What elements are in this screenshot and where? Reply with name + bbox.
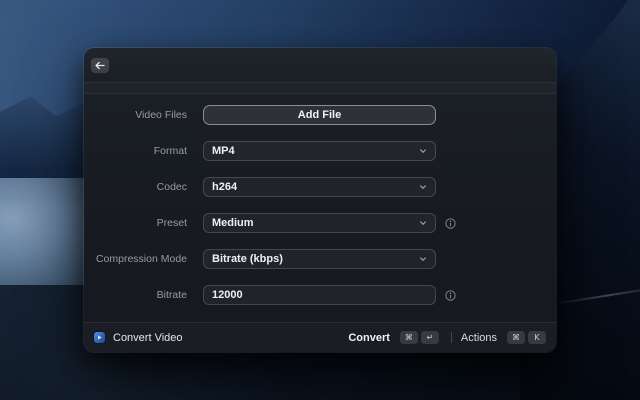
field-label: Codec — [84, 181, 203, 193]
footer-divider — [451, 332, 452, 343]
compression-mode-select[interactable]: Bitrate (kbps) — [203, 249, 436, 269]
form-row-bitrate: Bitrate — [84, 285, 556, 305]
form-row-video-files: Video Files Add File — [84, 105, 556, 125]
footer-actions: Convert ⌘ ↵ Actions ⌘ K — [348, 331, 546, 344]
chevron-down-icon — [419, 219, 427, 227]
codec-select[interactable]: h264 — [203, 177, 436, 197]
format-select[interactable]: MP4 — [203, 141, 436, 161]
add-file-button-label: Add File — [298, 109, 341, 121]
preset-select-value: Medium — [212, 217, 254, 229]
actions-menu-label[interactable]: Actions — [461, 332, 497, 344]
bitrate-input[interactable] — [203, 285, 436, 305]
return-key-icon: ↵ — [421, 331, 439, 344]
form-area: Video Files Add File Format MP4 Codec h2… — [84, 94, 556, 322]
field-label: Format — [84, 145, 203, 157]
convert-video-window: Video Files Add File Format MP4 Codec h2… — [84, 48, 556, 352]
codec-select-value: h264 — [212, 181, 237, 193]
preset-select[interactable]: Medium — [203, 213, 436, 233]
chevron-down-icon — [419, 147, 427, 155]
field-label: Compression Mode — [84, 253, 203, 265]
field-label: Preset — [84, 217, 203, 229]
video-converter-app-icon — [94, 332, 105, 343]
chevron-down-icon — [419, 255, 427, 263]
cmd-key-icon: ⌘ — [400, 331, 418, 344]
form-row-format: Format MP4 — [84, 141, 556, 161]
preset-info-icon[interactable] — [445, 218, 456, 229]
field-label: Video Files — [84, 109, 203, 121]
k-key-icon: K — [528, 331, 546, 344]
action-bar: Convert Video Convert ⌘ ↵ Actions ⌘ K — [84, 322, 556, 352]
convert-action-label[interactable]: Convert — [348, 332, 390, 344]
header-subband — [84, 83, 556, 93]
compression-mode-select-value: Bitrate (kbps) — [212, 253, 283, 265]
format-select-value: MP4 — [212, 145, 235, 157]
window-header — [84, 48, 556, 82]
command-title: Convert Video — [113, 332, 183, 344]
arrow-left-icon — [95, 61, 105, 70]
form-row-codec: Codec h264 — [84, 177, 556, 197]
add-file-button[interactable]: Add File — [203, 105, 436, 125]
form-row-preset: Preset Medium — [84, 213, 556, 233]
chevron-down-icon — [419, 183, 427, 191]
cmd-key-icon: ⌘ — [507, 331, 525, 344]
field-label: Bitrate — [84, 289, 203, 301]
back-button[interactable] — [91, 58, 109, 73]
bitrate-info-icon[interactable] — [445, 290, 456, 301]
form-row-compression-mode: Compression Mode Bitrate (kbps) — [84, 249, 556, 269]
